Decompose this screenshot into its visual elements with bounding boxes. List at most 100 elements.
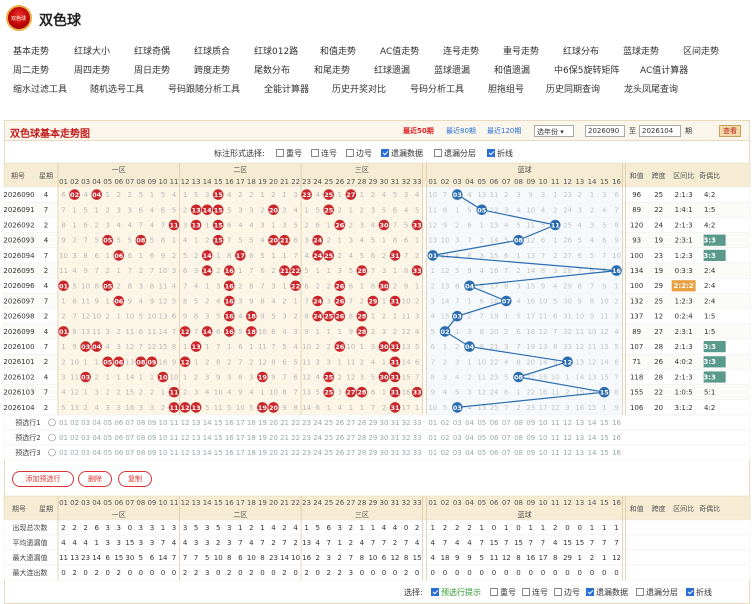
red-ball-number: 01 (59, 282, 69, 290)
checkbox-icon[interactable] (636, 588, 644, 596)
stats-red-value: 2 (216, 539, 220, 547)
blue-ball-number: 03 (453, 404, 462, 412)
header-red-number: 11 (170, 178, 179, 186)
option-checkbox[interactable]: 遗漏数据 (586, 587, 628, 598)
row-zone-ratio: 2:1:3 (675, 373, 693, 381)
blue-miss-value: 25 (563, 222, 572, 230)
stats-header-red-number: 13 (192, 499, 201, 507)
header-red-number: 31 (391, 178, 400, 186)
stats-red-value: 6 (150, 554, 155, 562)
stats-header-red-number: 17 (236, 499, 245, 507)
predict-radio[interactable] (48, 448, 56, 457)
checkbox-icon[interactable] (490, 588, 498, 596)
stats-blue-value: 4 (455, 539, 460, 547)
row-zone-ratio: 2:1:3 (675, 343, 693, 351)
red-miss-value: 3 (415, 313, 419, 321)
red-miss-value: 10 (147, 313, 156, 321)
row-zone-ratio: 4:0:2 (675, 358, 693, 366)
red-miss-value: 4 (249, 222, 254, 230)
blue-miss-value: 14 (575, 374, 584, 382)
red-miss-value: 11 (70, 374, 79, 382)
red-miss-value: 3 (293, 191, 297, 199)
blue-miss-value: 13 (441, 282, 450, 290)
stats-red-value: 3 (205, 569, 209, 577)
stats-label: 平均遗漏值 (13, 538, 48, 547)
blue-miss-value: 6 (431, 343, 436, 351)
blue-miss-value: 2 (553, 206, 557, 214)
blue-ball-number: 12 (563, 358, 572, 366)
row-week: 7 (44, 297, 48, 305)
stats-red-value: 13 (70, 554, 79, 562)
stats-red-value: 1 (94, 539, 98, 547)
stats-header-issue: 期号 (12, 505, 26, 513)
header-red-number: 12 (181, 178, 190, 186)
option-checkbox[interactable]: 遗漏分层 (636, 587, 678, 598)
red-ball-number: 27 (346, 389, 355, 397)
blue-miss-value: 32 (563, 328, 572, 336)
checkbox-icon[interactable] (586, 588, 594, 596)
header-red-number: 17 (236, 178, 245, 186)
blue-miss-value: 5 (553, 298, 557, 306)
red-ball-number: 16 (225, 328, 235, 336)
stats-header-red-number: 21 (280, 499, 289, 507)
stats-red-value: 8 (404, 554, 408, 562)
blue-miss-value: 6 (455, 282, 460, 290)
add-predict-row-button[interactable]: 添加预选行 (12, 471, 74, 487)
checkbox-icon[interactable] (686, 588, 694, 596)
checkbox-icon[interactable] (522, 588, 530, 596)
predict-radio[interactable] (48, 433, 56, 442)
option-checkbox[interactable]: 边号 (554, 587, 580, 598)
red-miss-value: 1 (249, 343, 253, 351)
option-checkbox[interactable]: 重号 (490, 587, 516, 598)
red-miss-value: 10 (92, 313, 101, 321)
option-checkbox[interactable]: 折线 (686, 587, 712, 598)
blue-miss-value: 2 (553, 252, 557, 260)
stats-red-value: 7 (238, 539, 242, 547)
red-miss-value: 2 (326, 237, 330, 245)
stats-red-value: 4 (172, 539, 177, 547)
predict-red-number: 14 (203, 449, 212, 457)
delete-button[interactable]: 删除 (78, 471, 112, 487)
red-miss-value: 10 (258, 328, 267, 336)
stats-red-value: 10 (247, 554, 256, 562)
header-odd_even: 奇偶比 (699, 171, 720, 180)
copy-button[interactable]: 复制 (118, 471, 152, 487)
blue-miss-value: 8 (590, 298, 594, 306)
red-miss-value: 1 (326, 404, 330, 412)
red-miss-value: 7 (260, 282, 264, 290)
stats-red-value: 2 (227, 569, 231, 577)
red-miss-value: 1 (194, 237, 198, 245)
red-miss-value: 11 (159, 282, 168, 290)
red-miss-value: 1 (205, 222, 209, 230)
option-checkbox[interactable]: 预选行提示 (431, 587, 481, 598)
red-ball-number: 25 (324, 191, 334, 199)
checkbox-icon[interactable] (554, 588, 562, 596)
row-span: 29 (654, 282, 663, 290)
option-checkbox[interactable]: 连号 (522, 587, 548, 598)
blue-miss-value: 2 (504, 328, 508, 336)
stats-blue-value: 11 (490, 554, 499, 562)
row-week: 2 (44, 313, 48, 321)
blue-ball-number: 02 (441, 328, 450, 336)
blue-miss-value: 19 (526, 343, 535, 351)
red-ball-number: 15 (214, 222, 224, 230)
red-miss-value: 14 (402, 358, 411, 366)
red-miss-value: 2 (105, 267, 109, 275)
red-ball-number: 24 (313, 298, 323, 306)
checkbox-icon[interactable] (431, 588, 439, 596)
row-zone-ratio: 1:4:1 (675, 206, 693, 214)
red-ball-number: 14 (203, 206, 213, 214)
row-odd-even: 1:5 (704, 313, 715, 321)
blue-miss-value: 23 (526, 404, 535, 412)
header-red-number: 20 (269, 178, 278, 186)
red-miss-value: 1 (315, 328, 319, 336)
blue-miss-value: 7 (480, 313, 484, 321)
stats-red-value: 14 (92, 554, 101, 562)
blue-miss-value: 9 (443, 222, 447, 230)
red-ball-number: 31 (391, 389, 401, 397)
red-ball-number: 11 (170, 389, 180, 397)
blue-miss-value: 14 (600, 358, 609, 366)
predict-radio[interactable] (48, 418, 56, 427)
red-ball-number: 26 (335, 298, 345, 306)
red-miss-value: 6 (72, 298, 77, 306)
